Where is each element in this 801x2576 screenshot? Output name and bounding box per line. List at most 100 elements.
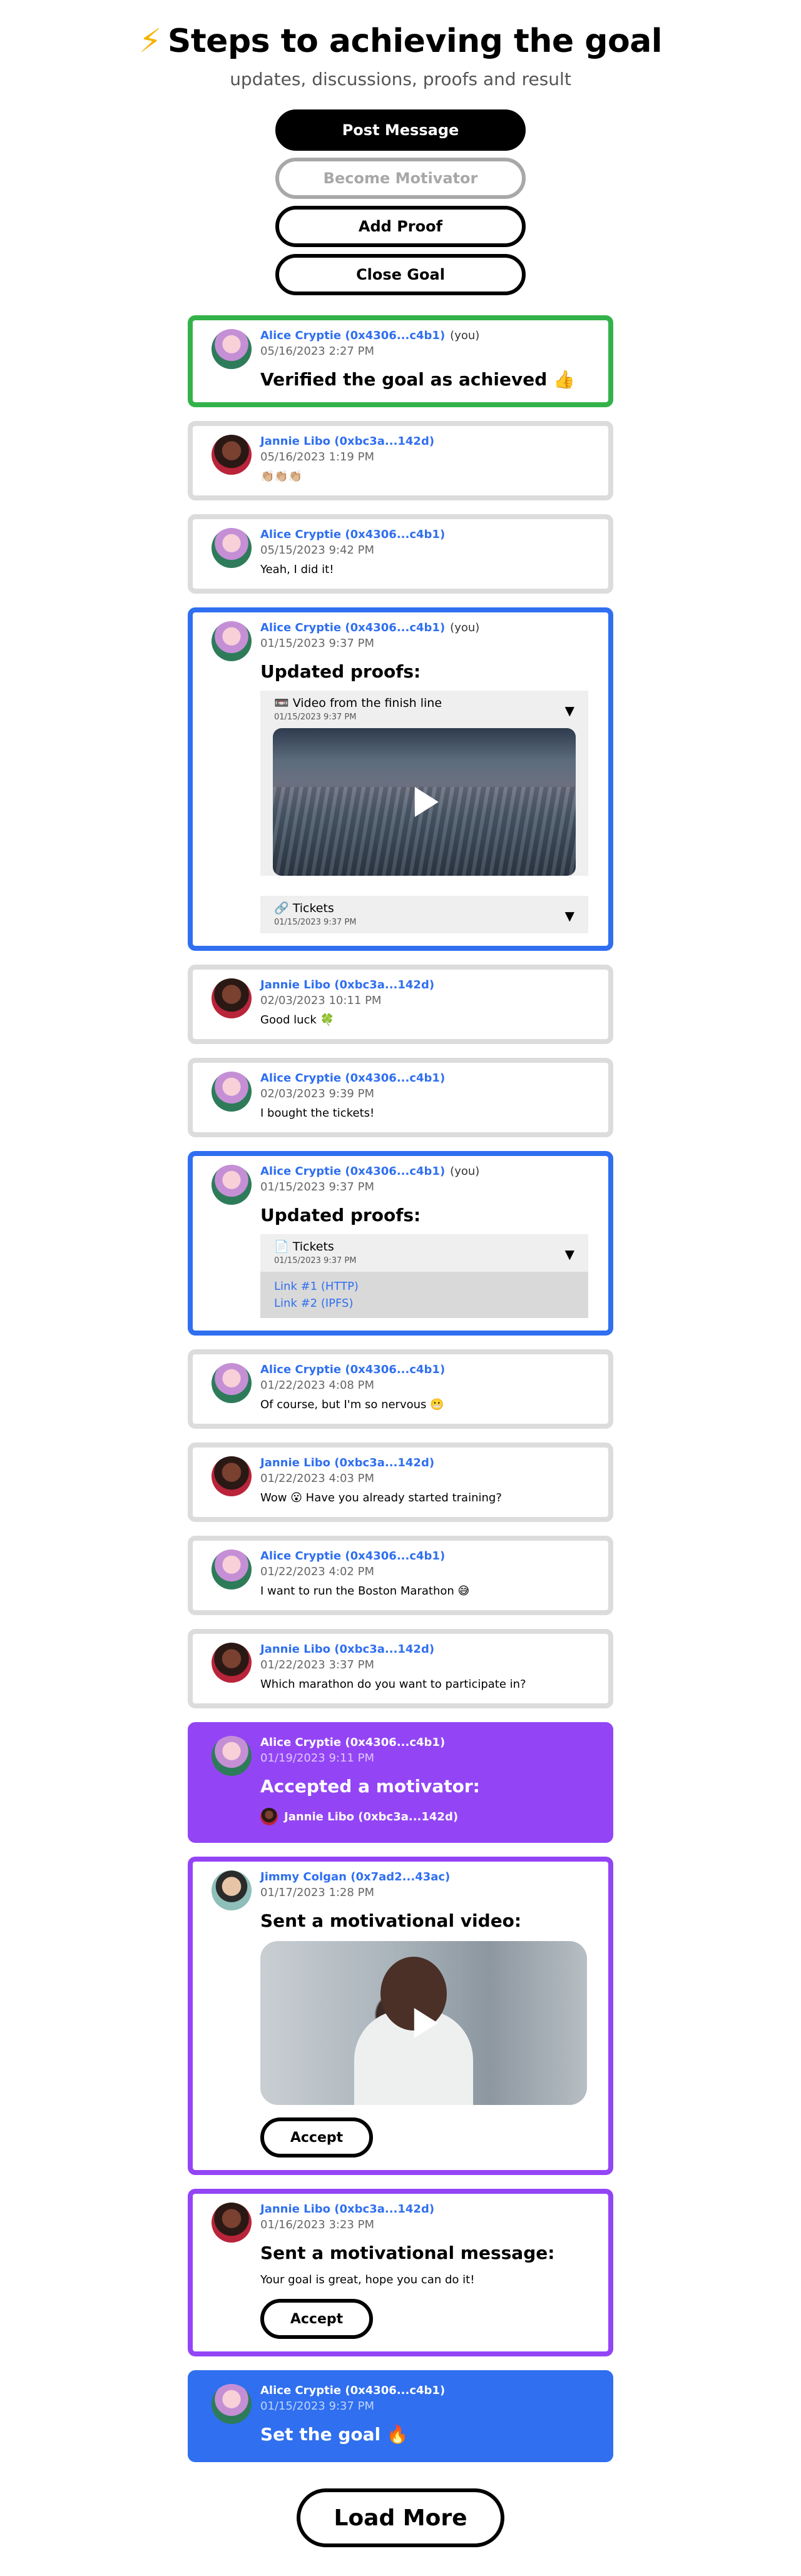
proof-link-ipfs[interactable]: Link #2 (IPFS) — [274, 1295, 574, 1312]
author-link[interactable]: Alice Cryptie (0x4306...c4b1) — [260, 1072, 588, 1085]
avatar[interactable] — [212, 621, 252, 661]
post-heading: Sent a motivational message: — [260, 2243, 555, 2263]
avatar[interactable] — [212, 1363, 252, 1403]
author-link[interactable]: Alice Cryptie (0x4306...c4b1) — [260, 528, 588, 541]
author-link[interactable]: Alice Cryptie (0x4306...c4b1) — [260, 1363, 588, 1376]
proof-date: 01/15/2023 9:37 PM — [274, 918, 357, 927]
avatar — [260, 1808, 278, 1825]
post-motivational-message: Jannie Libo (0xbc3a...142d) 01/16/2023 3… — [188, 2189, 613, 2356]
author-link[interactable]: Alice Cryptie (0x4306...c4b1) — [260, 2384, 588, 2397]
post-accepted-motivator: Alice Cryptie (0x4306...c4b1) 01/19/2023… — [188, 1722, 613, 1843]
proof-video-player[interactable] — [273, 728, 576, 876]
avatar[interactable] — [212, 1456, 252, 1496]
post-text: Of course, but I'm so nervous 😬 — [260, 1398, 444, 1411]
page-title: ⚡ Steps to achieving the goal — [0, 23, 801, 60]
add-proof-button[interactable]: Add Proof — [275, 206, 526, 247]
close-goal-button[interactable]: Close Goal — [275, 254, 526, 295]
post-heading: Set the goal 🔥 — [260, 2424, 409, 2445]
avatar[interactable] — [212, 2384, 252, 2424]
post-text: Which marathon do you want to participat… — [260, 1678, 526, 1691]
post-proofs: Alice Cryptie (0x4306...c4b1) (you) 01/15… — [188, 1151, 613, 1336]
proof-links: Link #1 (HTTP) Link #2 (IPFS) — [260, 1272, 588, 1318]
avatar[interactable] — [212, 329, 252, 369]
post-time: 01/16/2023 3:23 PM — [260, 2218, 374, 2231]
page-title-text: Steps to achieving the goal — [167, 23, 663, 60]
post-time: 05/16/2023 2:27 PM — [260, 345, 374, 358]
post-time: 01/22/2023 3:37 PM — [260, 1658, 374, 1671]
post-message: Alice Cryptie (0x4306...c4b1) 01/22/2023… — [188, 1536, 613, 1615]
post-text: 👏🏼👏🏼👏🏼 — [260, 470, 303, 483]
proof-title: 🔗 Tickets — [274, 901, 334, 915]
avatar[interactable] — [212, 1165, 252, 1205]
you-label: (you) — [450, 329, 480, 342]
avatar[interactable] — [212, 1072, 252, 1112]
post-time: 01/15/2023 9:37 PM — [260, 1180, 374, 1194]
post-message: Jannie Libo (0xbc3a...142d) 01/22/2023 4… — [188, 1443, 613, 1522]
post-verified: Alice Cryptie (0x4306...c4b1) (you) 05/16… — [188, 315, 613, 407]
proof-tickets: 🔗 Tickets 01/15/2023 9:37 PM ▼ — [260, 896, 588, 933]
avatar[interactable] — [212, 1736, 252, 1776]
proof-link-http[interactable]: Link #1 (HTTP) — [274, 1278, 574, 1295]
post-heading: Updated proofs: — [260, 1205, 421, 1225]
proof-header[interactable]: 📄 Tickets 01/15/2023 9:37 PM ▼ — [260, 1234, 588, 1272]
post-time: 01/15/2023 9:37 PM — [260, 637, 374, 650]
avatar[interactable] — [212, 435, 252, 475]
page-header: ⚡ Steps to achieving the goal updates, di… — [0, 0, 801, 89]
author-link[interactable]: Alice Cryptie (0x4306...c4b1) — [260, 1736, 588, 1749]
author-link[interactable]: Jannie Libo (0xbc3a...142d) — [260, 1643, 588, 1656]
chevron-down-icon[interactable]: ▼ — [565, 908, 574, 923]
author-link[interactable]: Jimmy Colgan (0x7ad2...43ac) — [260, 1870, 588, 1884]
accept-button[interactable]: Accept — [260, 2299, 373, 2339]
avatar[interactable] — [212, 1549, 252, 1590]
motivator-account[interactable]: Jannie Libo (0xbc3a...142d) — [260, 1808, 588, 1825]
post-message: Alice Cryptie (0x4306...c4b1) 02/03/2023… — [188, 1058, 613, 1137]
avatar[interactable] — [212, 2203, 252, 2243]
post-message-button[interactable]: Post Message — [275, 109, 526, 151]
chevron-down-icon[interactable]: ▼ — [565, 703, 574, 718]
post-motivational-video: Jimmy Colgan (0x7ad2...43ac) 01/17/2023 … — [188, 1857, 613, 2175]
proof-header[interactable]: 🔗 Tickets 01/15/2023 9:37 PM ▼ — [260, 896, 588, 933]
play-icon[interactable] — [414, 2008, 438, 2038]
load-more-button[interactable]: Load More — [297, 2488, 504, 2547]
accept-button[interactable]: Accept — [260, 2117, 373, 2158]
author-link[interactable]: Alice Cryptie (0x4306...c4b1) — [260, 1549, 588, 1563]
author-link[interactable]: Jannie Libo (0xbc3a...142d) — [260, 2203, 588, 2216]
goal-feed: Alice Cryptie (0x4306...c4b1) (you) 05/16… — [188, 315, 613, 2462]
proof-title: 📼 Video from the finish line — [274, 696, 442, 710]
post-text: Yeah, I did it! — [260, 563, 334, 576]
avatar[interactable] — [212, 1643, 252, 1683]
post-text: Good luck 🍀 — [260, 1013, 334, 1027]
proof-video: 📼 Video from the finish line 01/15/2023 … — [260, 691, 588, 876]
proof-tickets: 📄 Tickets 01/15/2023 9:37 PM ▼ Link #1 (… — [260, 1234, 588, 1318]
play-icon[interactable] — [414, 787, 439, 817]
post-text: Wow 😮 Have you already started training? — [260, 1491, 502, 1504]
avatar[interactable] — [212, 528, 252, 568]
avatar[interactable] — [212, 978, 252, 1018]
proof-date: 01/15/2023 9:37 PM — [274, 712, 357, 722]
post-heading: Accepted a motivator: — [260, 1776, 480, 1797]
post-text: I bought the tickets! — [260, 1107, 375, 1120]
post-time: 02/03/2023 10:11 PM — [260, 994, 382, 1007]
post-time: 01/22/2023 4:08 PM — [260, 1379, 374, 1392]
avatar[interactable] — [212, 1870, 252, 1910]
post-message: Jannie Libo (0xbc3a...142d) 01/22/2023 3… — [188, 1629, 613, 1708]
become-motivator-button[interactable]: Become Motivator — [275, 158, 526, 199]
post-heading: Verified the goal as achieved 👍 — [260, 369, 575, 390]
post-time: 01/22/2023 4:02 PM — [260, 1565, 374, 1578]
author-link[interactable]: Alice Cryptie (0x4306...c4b1) — [260, 329, 445, 342]
lightning-icon: ⚡ — [138, 23, 162, 60]
post-time: 02/03/2023 9:39 PM — [260, 1087, 374, 1100]
chevron-down-icon[interactable]: ▼ — [565, 1247, 574, 1262]
author-link[interactable]: Alice Cryptie (0x4306...c4b1) — [260, 1165, 445, 1178]
proof-header[interactable]: 📼 Video from the finish line 01/15/2023 … — [260, 691, 588, 728]
motivational-video-player[interactable] — [260, 1941, 587, 2105]
author-link[interactable]: Jannie Libo (0xbc3a...142d) — [260, 978, 588, 991]
author-link[interactable]: Jannie Libo (0xbc3a...142d) — [260, 435, 588, 448]
post-text: I want to run the Boston Marathon 😅 — [260, 1585, 470, 1598]
author-link[interactable]: Alice Cryptie (0x4306...c4b1) — [260, 621, 445, 634]
post-text: Your goal is great, hope you can do it! — [260, 2273, 475, 2286]
proof-title: 📄 Tickets — [274, 1240, 334, 1254]
post-message: Jannie Libo (0xbc3a...142d) 02/03/2023 1… — [188, 965, 613, 1044]
author-link[interactable]: Jannie Libo (0xbc3a...142d) — [260, 1456, 588, 1469]
you-label: (you) — [450, 1165, 480, 1178]
